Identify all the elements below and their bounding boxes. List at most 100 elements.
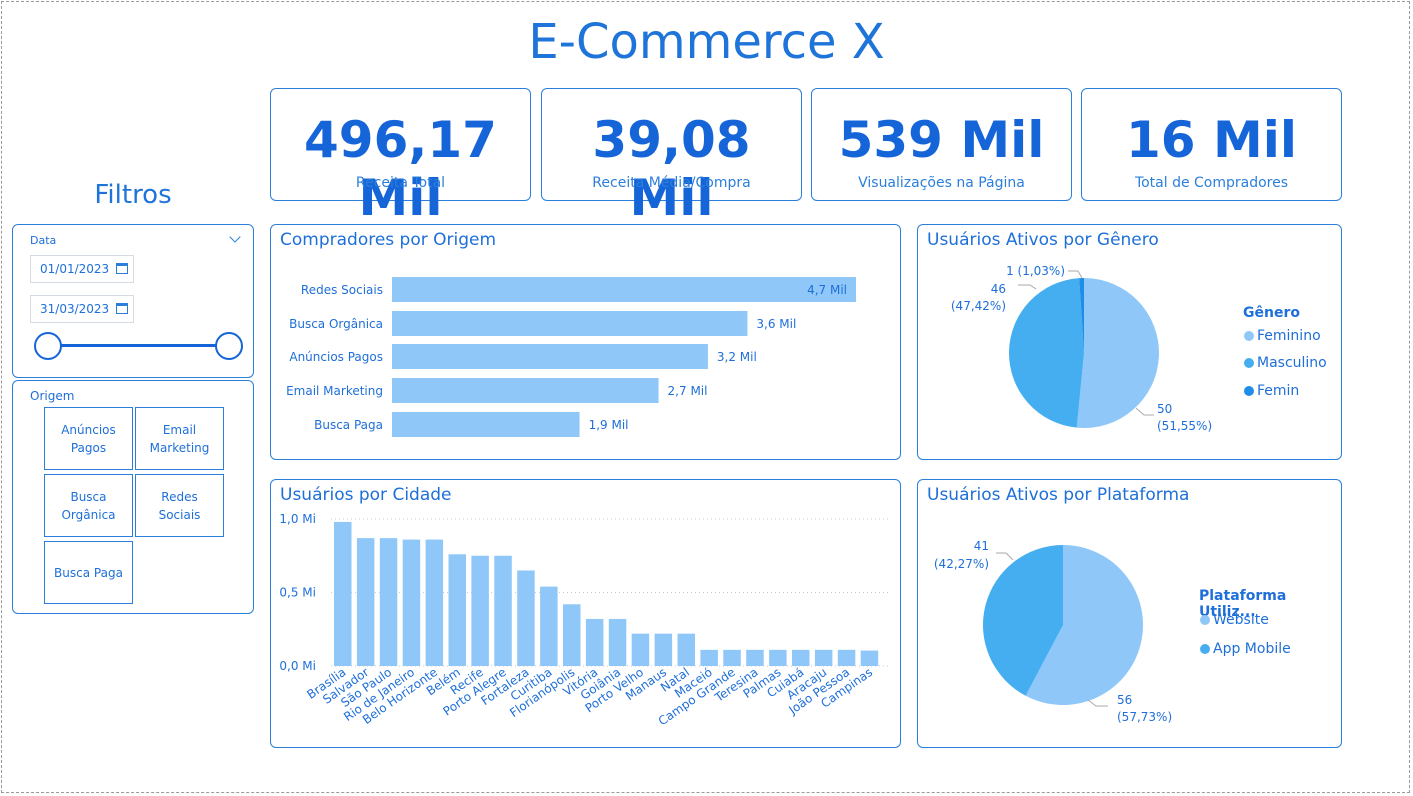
pie-slice xyxy=(1009,278,1084,428)
bar xyxy=(585,618,604,666)
legend-label: App Mobile xyxy=(1213,641,1291,657)
legend-dot xyxy=(1200,615,1210,625)
kpi-card-visualizacoes[interactable]: 539 Mil Visualizações na Página xyxy=(811,88,1072,201)
filters-title: Filtros xyxy=(94,180,172,210)
kpi-value: 539 Mil xyxy=(838,111,1045,169)
data-label: 3,2 Mil xyxy=(717,350,757,364)
bar xyxy=(540,586,558,666)
bar xyxy=(334,521,352,666)
legend-item-feminino[interactable]: Feminino xyxy=(1244,328,1321,344)
date-range-start-handle[interactable] xyxy=(34,332,62,360)
legend-label: Website xyxy=(1213,612,1269,628)
dashboard-title: E-Commerce X xyxy=(528,14,885,70)
users-by-city-chart: 0,0 Mi0,5 Mi1,0 MiBrasíliaSalvadorSão Pa… xyxy=(279,512,889,728)
kpi-label: Total de Compradores xyxy=(1134,175,1289,191)
category-label: Busca Paga xyxy=(314,418,383,432)
bar xyxy=(677,633,695,666)
category-label: Anúncios Pagos xyxy=(289,350,383,364)
pie-slice xyxy=(1076,278,1159,428)
start-date-value: 01/01/2023 xyxy=(40,262,110,276)
bar xyxy=(392,277,856,302)
bar xyxy=(392,344,708,369)
date-slicer: Data 01/01/2023 31/03/2023 xyxy=(12,224,254,378)
legend-item-masculino[interactable]: Masculino xyxy=(1244,355,1327,371)
legend-item-website[interactable]: Website xyxy=(1200,612,1269,628)
data-label: 2,7 Mil xyxy=(668,384,708,398)
y-tick-label: 1,0 Mi xyxy=(279,512,316,526)
legend-label: Feminino xyxy=(1257,328,1321,344)
data-label: (42,27%) xyxy=(934,557,989,571)
data-label: 4,7 Mil xyxy=(807,283,847,297)
origin-option-email-marketing[interactable]: Email Marketing xyxy=(135,407,224,470)
date-slicer-label: Data xyxy=(30,234,57,247)
bar xyxy=(392,378,659,403)
kpi-value: 39,08 Mil xyxy=(592,111,751,227)
kpi-value: 16 Mil xyxy=(1125,111,1298,169)
kpi-card-compradores[interactable]: 16 Mil Total de Compradores xyxy=(1081,88,1342,201)
date-range-end-handle[interactable] xyxy=(215,332,243,360)
bar xyxy=(700,649,718,666)
data-label: 1,9 Mil xyxy=(589,418,629,432)
origin-option-busca-organica[interactable]: Busca Orgânica xyxy=(44,474,133,537)
bar xyxy=(654,633,673,666)
gender-card: Usuários Ativos por Gênero 50 (51,55%) 46(… xyxy=(917,224,1342,460)
legend-dot xyxy=(1244,386,1254,396)
bar xyxy=(379,538,398,666)
legend-label: Femin xyxy=(1257,383,1300,399)
legend-item-femin[interactable]: Femin xyxy=(1244,383,1299,399)
calendar-icon[interactable] xyxy=(116,263,128,274)
data-label: 41 xyxy=(974,539,989,553)
chevron-down-icon[interactable] xyxy=(229,231,241,243)
gender-pie-chart: 50 (51,55%) 46 (47,42%) 1 (1,03%) xyxy=(951,264,1212,433)
buyers-by-origin-chart: Redes Sociais 4,7 Mil Busca Orgânica 3,6 Mi… xyxy=(286,277,856,437)
bar xyxy=(425,539,444,666)
legend-title: Gênero xyxy=(1243,305,1300,321)
data-label: 3,6 Mil xyxy=(756,317,796,331)
data-label: 46 xyxy=(991,282,1006,296)
origin-slicer: Origem Anúncios Pagos Email Marketing Bu… xyxy=(12,380,254,614)
platform-pie-chart: 56 (57,73%) 41 (42,27%) xyxy=(934,539,1172,724)
bar xyxy=(631,633,650,666)
origin-option-anuncios-pagos[interactable]: Anúncios Pagos xyxy=(44,407,133,470)
bar xyxy=(814,649,833,666)
bar xyxy=(860,650,879,666)
kpi-value: 496,17 Mil xyxy=(304,111,497,227)
bar xyxy=(448,554,466,666)
users-by-city-card: Usuários por Cidade 0,0 Mi 0,5 Mi 1,0 Mi Br… xyxy=(270,479,901,748)
calendar-icon[interactable] xyxy=(116,303,128,314)
bar xyxy=(723,649,741,666)
kpi-card-receita-total[interactable]: 496,17 Mil Receita Total xyxy=(270,88,531,227)
data-label: 1 (1,03%) xyxy=(1006,264,1065,278)
bar xyxy=(494,555,512,666)
data-label: 50 xyxy=(1157,402,1172,416)
bar xyxy=(517,570,535,666)
platform-card: Usuários Ativos por Plataforma 56 (57,73%… xyxy=(917,479,1342,748)
origin-slicer-label: Origem xyxy=(30,389,75,403)
bar xyxy=(792,649,810,666)
leader-line xyxy=(996,552,1014,561)
bar xyxy=(392,311,748,336)
leader-line xyxy=(1018,284,1037,290)
bar xyxy=(837,649,856,666)
date-range-track[interactable] xyxy=(46,344,228,347)
data-label: 56 xyxy=(1117,693,1132,707)
kpi-card-receita-media[interactable]: 39,08 Mil Receita Média/Compra xyxy=(541,88,802,227)
end-date-input[interactable]: 31/03/2023 xyxy=(30,295,134,323)
y-tick-label: 0,5 Mi xyxy=(279,586,316,600)
kpi-label: Receita Média/Compra xyxy=(592,175,751,191)
data-label: (57,73%) xyxy=(1117,710,1172,724)
leader-line xyxy=(1068,270,1083,279)
legend-item-app-mobile[interactable]: App Mobile xyxy=(1200,641,1291,657)
origin-option-redes-sociais[interactable]: Redes Sociais xyxy=(135,474,224,537)
bar xyxy=(392,412,580,437)
legend-label: Masculino xyxy=(1257,355,1327,371)
origin-option-busca-paga[interactable]: Busca Paga xyxy=(44,541,133,604)
legend-dot xyxy=(1244,331,1254,341)
bar xyxy=(356,538,375,666)
bar xyxy=(402,539,421,666)
legend-dot xyxy=(1244,358,1254,368)
data-label: (51,55%) xyxy=(1157,419,1212,433)
end-date-value: 31/03/2023 xyxy=(40,302,110,316)
start-date-input[interactable]: 01/01/2023 xyxy=(30,255,134,283)
data-label: (47,42%) xyxy=(951,299,1006,313)
